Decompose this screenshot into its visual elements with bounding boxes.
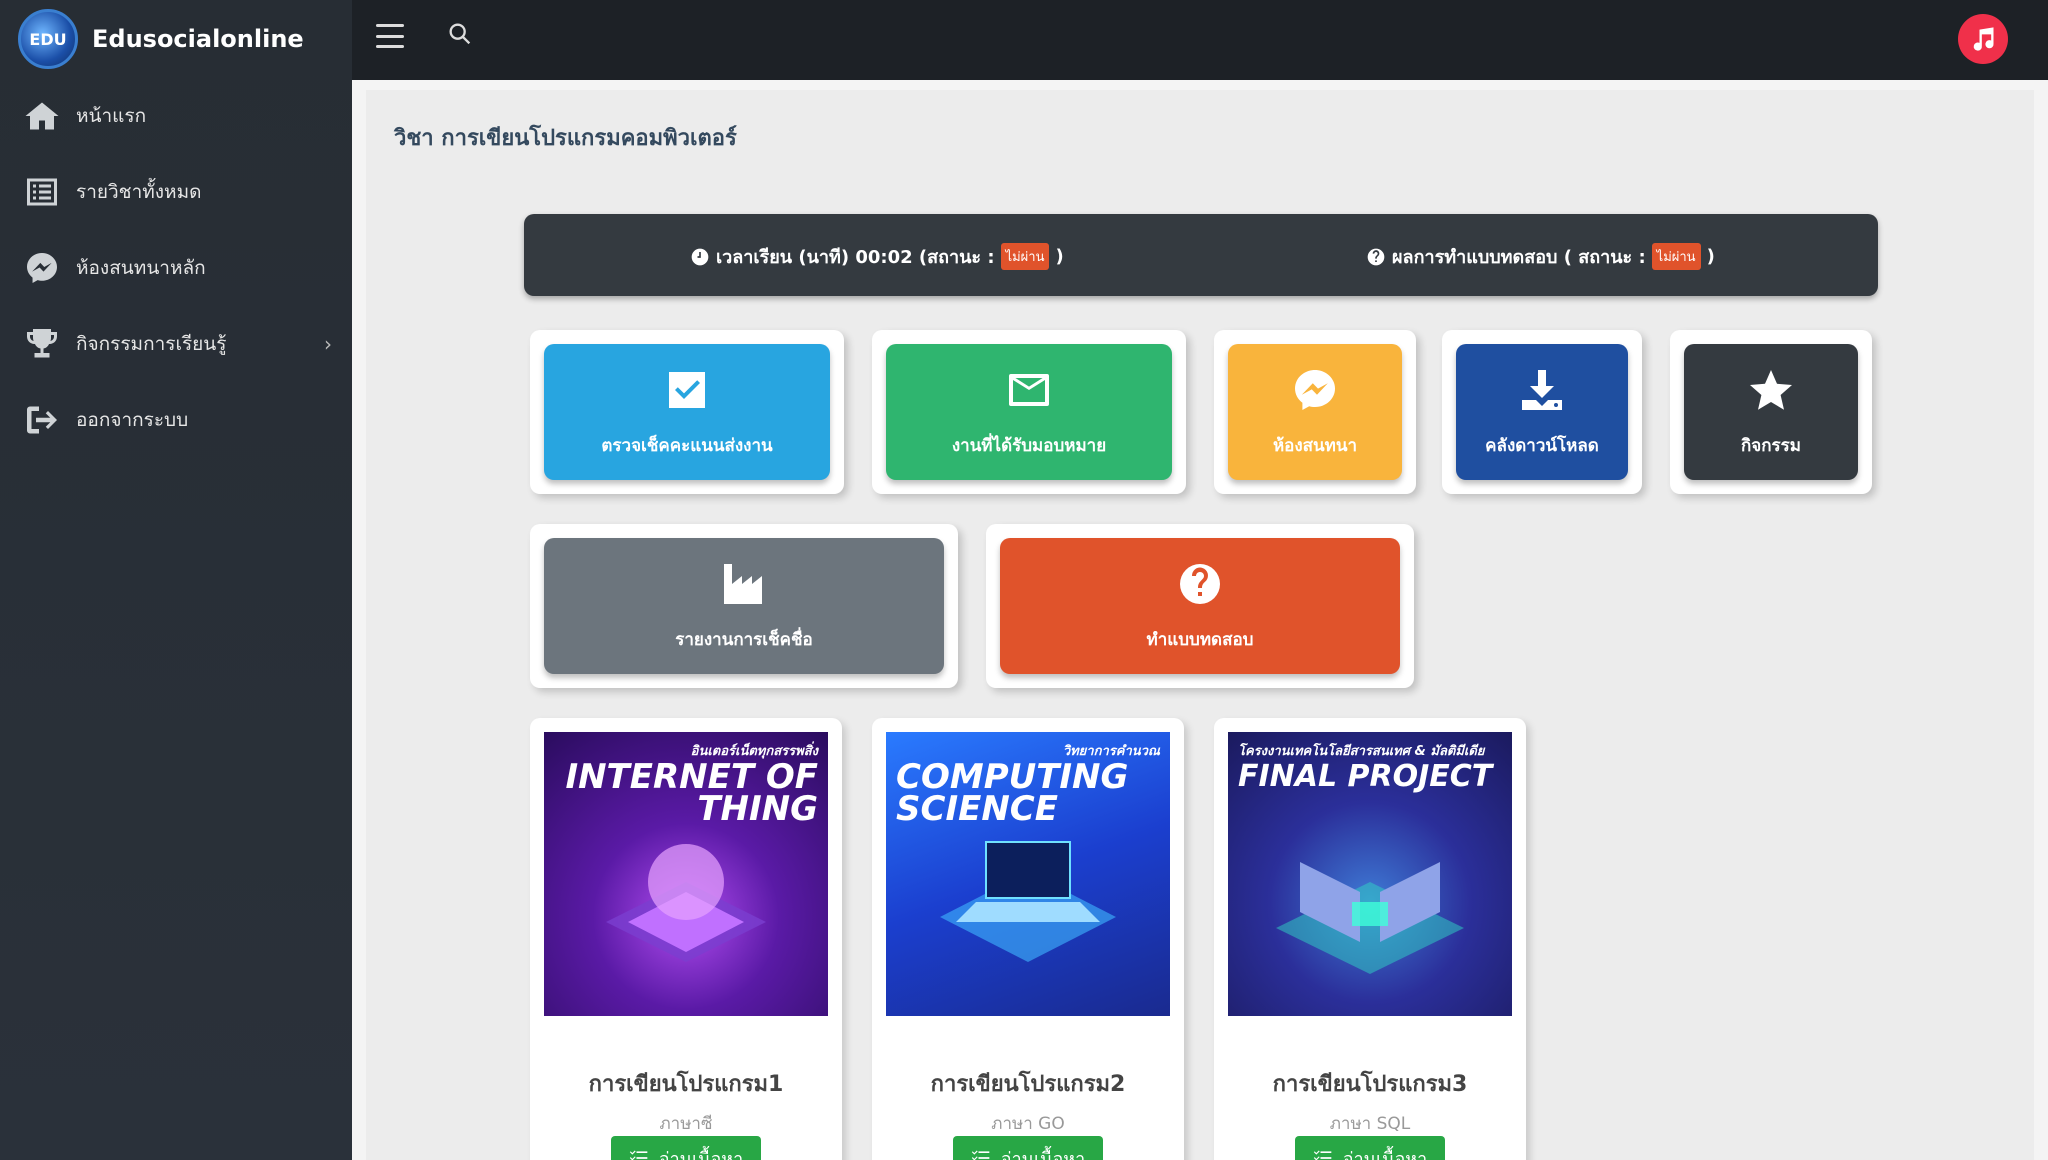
brand-name: Edusocialonline <box>92 25 304 53</box>
menu-toggle-icon[interactable] <box>376 24 404 48</box>
sidebar-item-main-chat[interactable]: ห้องสนทนาหลัก <box>0 230 352 306</box>
trophy-icon <box>27 329 57 358</box>
read-button-label: อ่านเนื้อหา <box>1342 1148 1428 1160</box>
cover-kicker: โครงงานเทคโนโลยีสารสนเทศ & มัลติมีเดีย <box>1238 744 1485 759</box>
study-time-badge: ไม่ผ่าน <box>1000 243 1050 270</box>
messenger-icon <box>27 253 57 283</box>
tile-label: คลังดาวน์โหลด <box>1485 435 1599 456</box>
course-title[interactable]: การเขียนโปรแกรม1 <box>530 1066 842 1101</box>
read-content-button[interactable]: อ่านเนื้อหา <box>611 1136 761 1160</box>
messenger-icon <box>1295 369 1335 410</box>
question-circle-icon <box>1180 563 1220 604</box>
sidebar-item-label: หน้าแรก <box>76 105 147 127</box>
sidebar: EDU Edusocialonline หน้าแรก รายวิชาทั้งห… <box>0 0 352 1160</box>
tile-take-quiz[interactable]: ทำแบบทดสอบ <box>986 524 1414 688</box>
course-card-1[interactable]: อินเตอร์เน็ตทุกสรรพสิ่ง INTERNET OF THIN… <box>530 718 842 1160</box>
tile-chat-room[interactable]: ห้องสนทนา <box>1214 330 1416 494</box>
course-cover-image[interactable]: วิทยาการคำนวณ COMPUTING SCIENCE <box>886 732 1170 1016</box>
sidebar-item-label: ออกจากระบบ <box>76 409 189 431</box>
study-time-status: เวลาเรียน (นาที) 00:02 (สถานะ : ไม่ผ่าน … <box>690 242 1064 271</box>
main-content: วิชา การเขียนโปรแกรมคอมพิวเตอร์ เวลาเรีย… <box>366 90 2034 1160</box>
read-button-label: อ่านเนื้อหา <box>1000 1148 1086 1160</box>
tile-label: กิจกรรม <box>1740 435 1801 456</box>
music-button[interactable] <box>1958 14 2008 64</box>
tile-label: งานที่ได้รับมอบหมาย <box>951 435 1107 456</box>
read-content-button[interactable]: อ่านเนื้อหา <box>953 1136 1103 1160</box>
tile-attendance-report[interactable]: รายงานการเช็คชื่อ <box>530 524 958 688</box>
tasks-icon <box>971 1150 990 1160</box>
study-time-close: ) <box>1055 246 1064 267</box>
sidebar-item-label: รายวิชาทั้งหมด <box>76 181 202 203</box>
tile-assignments[interactable]: งานที่ได้รับมอบหมาย <box>872 330 1186 494</box>
course-card-3[interactable]: โครงงานเทคโนโลยีสารสนเทศ & มัลติมีเดีย F… <box>1214 718 1526 1160</box>
brand-logo: EDU <box>18 9 78 69</box>
page-title: วิชา การเขียนโปรแกรมคอมพิวเตอร์ <box>394 126 737 151</box>
search-icon[interactable] <box>446 20 474 48</box>
course-subtitle: ภาษา GO <box>991 1114 1065 1134</box>
course-card-2[interactable]: วิทยาการคำนวณ COMPUTING SCIENCE การเขียน… <box>872 718 1184 1160</box>
tile-check-scores[interactable]: ตรวจเช็คคะแนนส่งงาน <box>530 330 844 494</box>
sidebar-item-learning-activities[interactable]: กิจกรรมการเรียนรู้ › <box>0 306 352 382</box>
sidebar-item-label: กิจกรรมการเรียนรู้ <box>76 333 227 355</box>
download-icon <box>1522 369 1562 410</box>
question-circle-icon <box>1367 248 1385 265</box>
sidebar-item-home[interactable]: หน้าแรก <box>0 78 352 154</box>
sidebar-item-label: ห้องสนทนาหลัก <box>76 257 206 279</box>
star-icon <box>1750 369 1792 410</box>
sign-out-icon <box>27 406 57 434</box>
study-time-label: เวลาเรียน (นาที) 00:02 (สถานะ : <box>716 247 995 268</box>
sidebar-item-logout[interactable]: ออกจากระบบ <box>0 382 352 458</box>
read-button-label: อ่านเนื้อหา <box>658 1148 744 1160</box>
course-cover-image[interactable]: โครงงานเทคโนโลยีสารสนเทศ & มัลติมีเดีย F… <box>1228 732 1512 1016</box>
quiz-status: ผลการทำแบบทดสอบ ( สถานะ : ไม่ผ่าน ) <box>1366 242 1715 271</box>
course-title[interactable]: การเขียนโปรแกรม3 <box>1214 1066 1526 1101</box>
cover-title: INTERNET OF THING <box>565 757 818 829</box>
tile-label: ทำแบบทดสอบ <box>1146 629 1254 650</box>
quiz-status-label: ผลการทำแบบทดสอบ ( สถานะ : <box>1392 247 1646 268</box>
quiz-status-badge: ไม่ผ่าน <box>1651 243 1701 270</box>
course-subtitle: ภาษาซี <box>659 1114 713 1134</box>
brand[interactable]: EDU Edusocialonline <box>0 0 352 78</box>
quiz-status-close: ) <box>1706 246 1715 267</box>
cover-title: COMPUTING SCIENCE <box>896 757 1129 829</box>
home-icon <box>25 102 59 130</box>
list-icon <box>27 178 57 206</box>
tile-label: รายงานการเช็คชื่อ <box>675 629 813 650</box>
chevron-right-icon: › <box>324 332 332 356</box>
status-bar: เวลาเรียน (นาที) 00:02 (สถานะ : ไม่ผ่าน … <box>524 214 1878 296</box>
tile-downloads[interactable]: คลังดาวน์โหลด <box>1442 330 1642 494</box>
course-title[interactable]: การเขียนโปรแกรม2 <box>872 1066 1184 1101</box>
tasks-icon <box>1313 1150 1332 1160</box>
course-subtitle: ภาษา SQL <box>1329 1114 1411 1134</box>
read-content-button[interactable]: อ่านเนื้อหา <box>1295 1136 1445 1160</box>
tile-label: ตรวจเช็คคะแนนส่งงาน <box>601 435 773 456</box>
sidebar-item-all-courses[interactable]: รายวิชาทั้งหมด <box>0 154 352 230</box>
cover-title: FINAL PROJECT <box>1238 759 1493 794</box>
course-cover-image[interactable]: อินเตอร์เน็ตทุกสรรพสิ่ง INTERNET OF THIN… <box>544 732 828 1016</box>
tile-activities[interactable]: กิจกรรม <box>1670 330 1872 494</box>
check-square-icon <box>669 371 705 408</box>
industry-icon <box>724 563 762 604</box>
top-bar <box>352 0 2048 80</box>
tasks-icon <box>629 1150 648 1160</box>
clock-icon <box>691 248 709 265</box>
envelope-icon <box>1009 373 1049 406</box>
tile-label: ห้องสนทนา <box>1272 435 1358 456</box>
music-icon <box>1973 27 1994 51</box>
